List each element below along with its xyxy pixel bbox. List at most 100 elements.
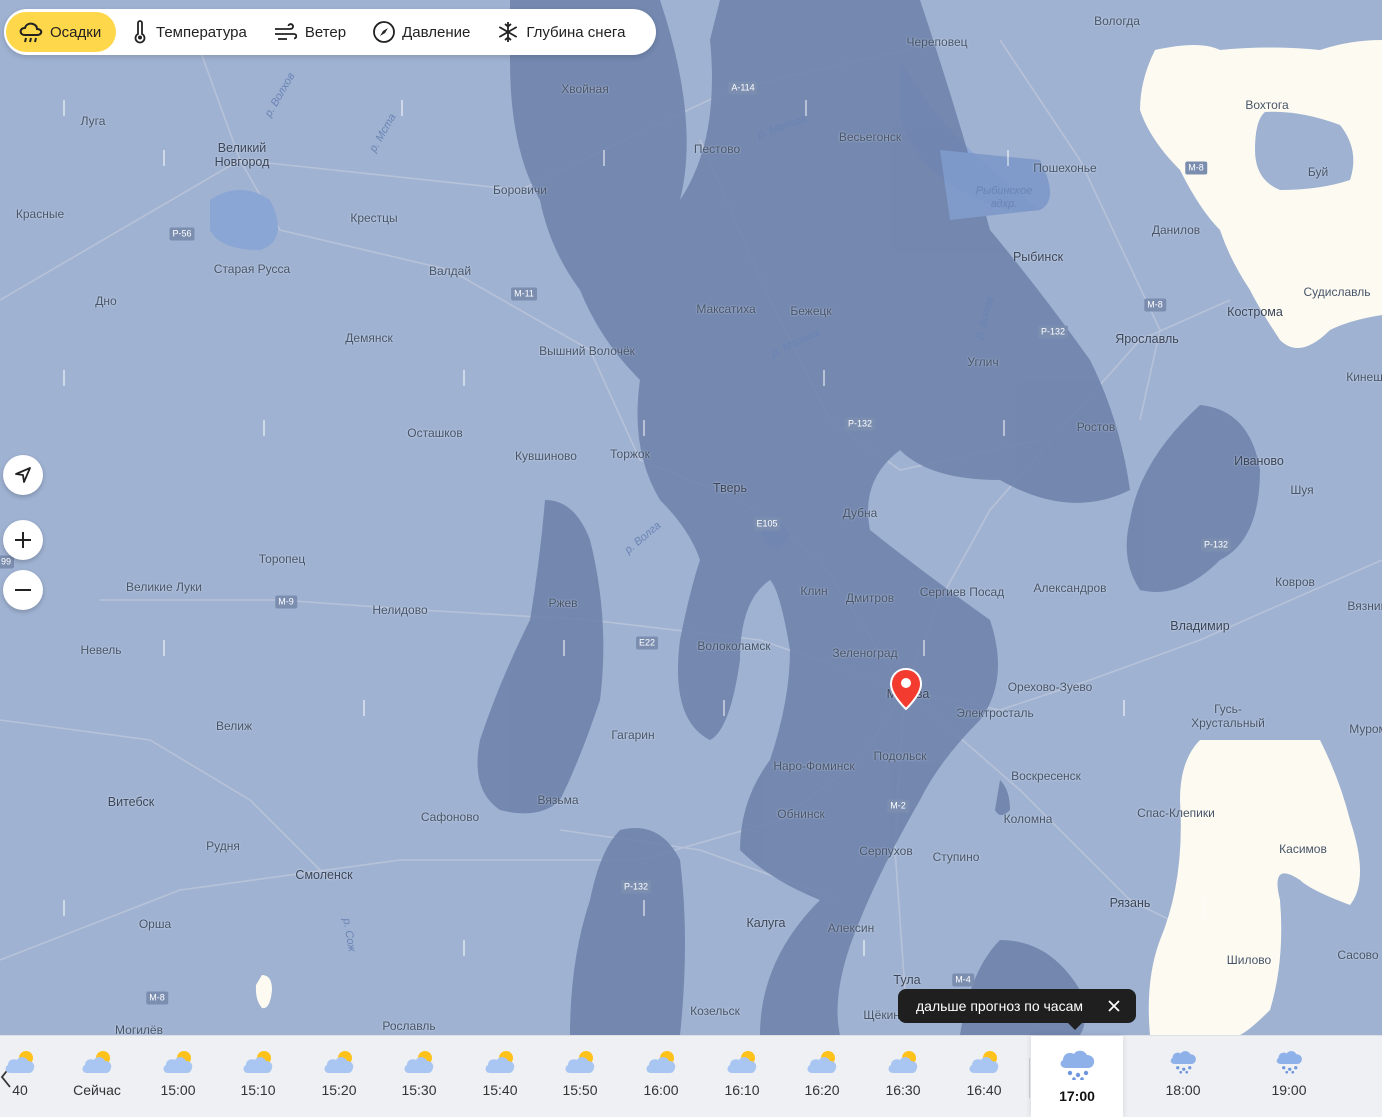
tab-wind[interactable]: Ветер [261,12,358,52]
city-label: Гусь-Хрустальный [1191,702,1265,730]
timeline-slot-label: Сейчас [73,1082,121,1098]
road-shield: Е22 [635,636,659,650]
city-label: Смоленск [295,868,353,882]
rain-cloud-icon [1170,1051,1196,1074]
city-label: Владимир [1170,619,1230,633]
city-label: Торжок [610,447,650,461]
city-label: Ростов [1076,420,1116,434]
timeline-slot-label: 15:30 [401,1082,437,1098]
timeline-slot[interactable]: 16:30 [863,1036,943,1117]
snowflake-icon [499,22,518,42]
city-label: Великие Луки [126,580,202,594]
partly-cloudy-icon [485,1051,515,1073]
city-label: Осташков [407,426,463,440]
city-label: Касимов [1279,842,1327,856]
locate-button[interactable] [3,455,43,495]
city-label: Сасово [1337,948,1379,962]
city-label: Судиславль [1303,285,1371,299]
city-label: Кинешма [1346,370,1382,384]
city-label: Воскресенск [1011,769,1081,783]
city-label: Крестцы [350,211,398,225]
city-label: Хвойная [561,82,609,96]
city-label: Нелидово [372,603,428,617]
city-label: Рославль [382,1019,436,1033]
city-label: Торопец [258,552,306,566]
partly-cloudy-icon [82,1051,112,1073]
timeline-slot[interactable]: 15:20 [299,1036,379,1117]
city-label: Ступино [932,850,980,864]
timeline-slot[interactable]: 19:00 [1249,1036,1329,1117]
partly-cloudy-icon [888,1051,918,1073]
timeline-slot[interactable]: 15:10 [218,1036,298,1117]
weather-map[interactable]: Вологда Череповец Хвойная Вохтога Луга В… [0,0,1382,1035]
city-label: Рязань [1109,896,1151,910]
city-label: Могилёв [115,1023,163,1035]
road-shield: М-4 [952,973,974,987]
city-label: Коломна [1003,812,1053,826]
timeline-slot-label: 17:00 [1059,1088,1095,1104]
wind-icon [274,23,297,40]
rain-cloud-icon [1276,1051,1302,1074]
timeline-slot[interactable]: 16:20 [782,1036,862,1117]
minus-icon [15,589,31,591]
timeline-slot-label: 16:10 [724,1082,760,1098]
partly-cloudy-icon [969,1051,999,1073]
zoom-out-button[interactable] [3,570,43,610]
road-shield: М-8 [146,991,168,1005]
tab-pressure[interactable]: Давление [360,12,482,52]
tab-label: Давление [402,23,471,41]
zoom-in-button[interactable] [3,520,43,560]
city-label: Красные [15,207,65,221]
road-shield: Р-132 [1037,325,1069,339]
timeline-slot[interactable]: 18:00 [1143,1036,1223,1117]
timeline-slot-label: 15:50 [562,1082,598,1098]
city-label: Данилов [1151,223,1201,237]
partly-cloudy-icon [646,1051,676,1073]
timeline-slot[interactable]: 15:30 [379,1036,459,1117]
timeline-slot[interactable]: 16:00 [621,1036,701,1117]
city-label: Клин [800,584,828,598]
city-label: Валдай [428,264,472,278]
location-pin-icon[interactable] [890,668,922,710]
city-label: Александров [1033,581,1107,595]
city-label: Орша [138,917,172,931]
partly-cloudy-icon [163,1051,193,1073]
timeline-slot[interactable]: 15:00 [138,1036,218,1117]
city-label: Дно [95,294,117,308]
timeline-slot-label: 15:20 [321,1082,357,1098]
city-label: Дубна [842,506,878,520]
city-label: Шуя [1290,483,1314,497]
city-label: Муром [1349,722,1382,736]
timeline-slot[interactable]: 40 [0,1036,60,1117]
road-shield: 99 [0,555,15,569]
city-label: Пестово [693,142,741,156]
city-label: Наро-Фоминск [773,759,855,773]
rain-cloud-icon [1060,1050,1095,1080]
timeline-slot[interactable]: 16:10 [702,1036,782,1117]
city-label: Вязники [1347,599,1382,613]
timeline-slot-label: 15:10 [240,1082,276,1098]
city-label: Орехово-Зуево [1007,680,1093,694]
timeline-slot[interactable]: 15:50 [540,1036,620,1117]
tab-snow-depth[interactable]: Глубина снега [484,12,637,52]
road-shield: Р-132 [1200,538,1232,552]
city-label: Дмитров [845,591,895,605]
tab-precipitation[interactable]: Осадки [6,12,116,52]
timeline-slot[interactable]: 17:00 [1031,1036,1123,1117]
timeline-slot[interactable]: 15:40 [460,1036,540,1117]
timeline-slot[interactable]: Сейчас [57,1036,137,1117]
tab-temperature[interactable]: Температура [118,12,259,52]
partly-cloudy-icon [324,1051,354,1073]
timeline-slot-label: 16:30 [885,1082,921,1098]
tooltip-text: дальше прогноз по часам [916,998,1084,1014]
timeline-divider [1029,1058,1030,1098]
close-icon[interactable] [1106,998,1122,1014]
road-shield: М-11 [511,287,537,301]
layer-switcher: Осадки Температура Ветер Давление Глубин… [4,9,656,55]
timeline-slot[interactable]: 16:40 [944,1036,1024,1117]
city-label: Ярославль [1115,332,1179,346]
partly-cloudy-icon [565,1051,595,1073]
city-label: Боровичи [493,183,547,197]
compass-gauge-icon [373,21,396,43]
road-shield: Р-56 [169,227,195,241]
